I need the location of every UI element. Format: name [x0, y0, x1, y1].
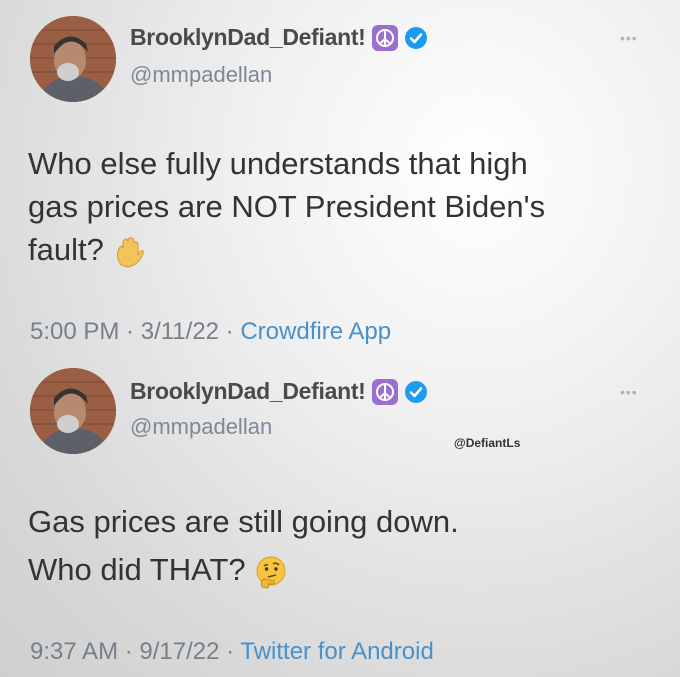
tweet-date[interactable]: 3/11/22 [141, 318, 219, 345]
verified-icon [404, 380, 427, 403]
display-name[interactable]: BrooklynDad_Defiant! [130, 378, 366, 405]
verified-icon [404, 26, 427, 49]
handle[interactable]: @mmpadellan [130, 414, 272, 440]
more-icon[interactable]: ••• [620, 384, 638, 400]
tweet-meta: 9:37 AM · 9/17/22 · Twitter for Android [30, 638, 434, 665]
tweet-time[interactable]: 9:37 AM [30, 638, 118, 665]
raised-hand-icon [117, 237, 145, 268]
watermark: @DefiantLs [454, 436, 521, 450]
peace-icon [371, 24, 398, 51]
thinking-face-icon [256, 556, 286, 589]
peace-icon [371, 378, 398, 405]
tweet-meta: 5:00 PM · 3/11/22 · Crowdfire App [30, 318, 392, 345]
avatar[interactable] [30, 368, 116, 454]
more-icon[interactable]: ••• [620, 30, 638, 46]
tweet-date[interactable]: 9/17/22 [139, 638, 219, 665]
display-name[interactable]: BrooklynDad_Defiant! [130, 24, 366, 51]
tweet-text: Gas prices are still going down. Who did… [28, 504, 459, 589]
tweet-1[interactable]: BrooklynDad_Defiant! @mmpadellan ••• Who… [0, 0, 680, 360]
tweet-time[interactable]: 5:00 PM [30, 318, 119, 345]
avatar[interactable] [30, 16, 116, 102]
handle[interactable]: @mmpadellan [130, 62, 272, 88]
tweet-source[interactable]: Crowdfire App [240, 318, 391, 345]
tweet-source[interactable]: Twitter for Android [240, 638, 433, 665]
tweet-text: Who else fully understands that high gas… [28, 146, 546, 268]
